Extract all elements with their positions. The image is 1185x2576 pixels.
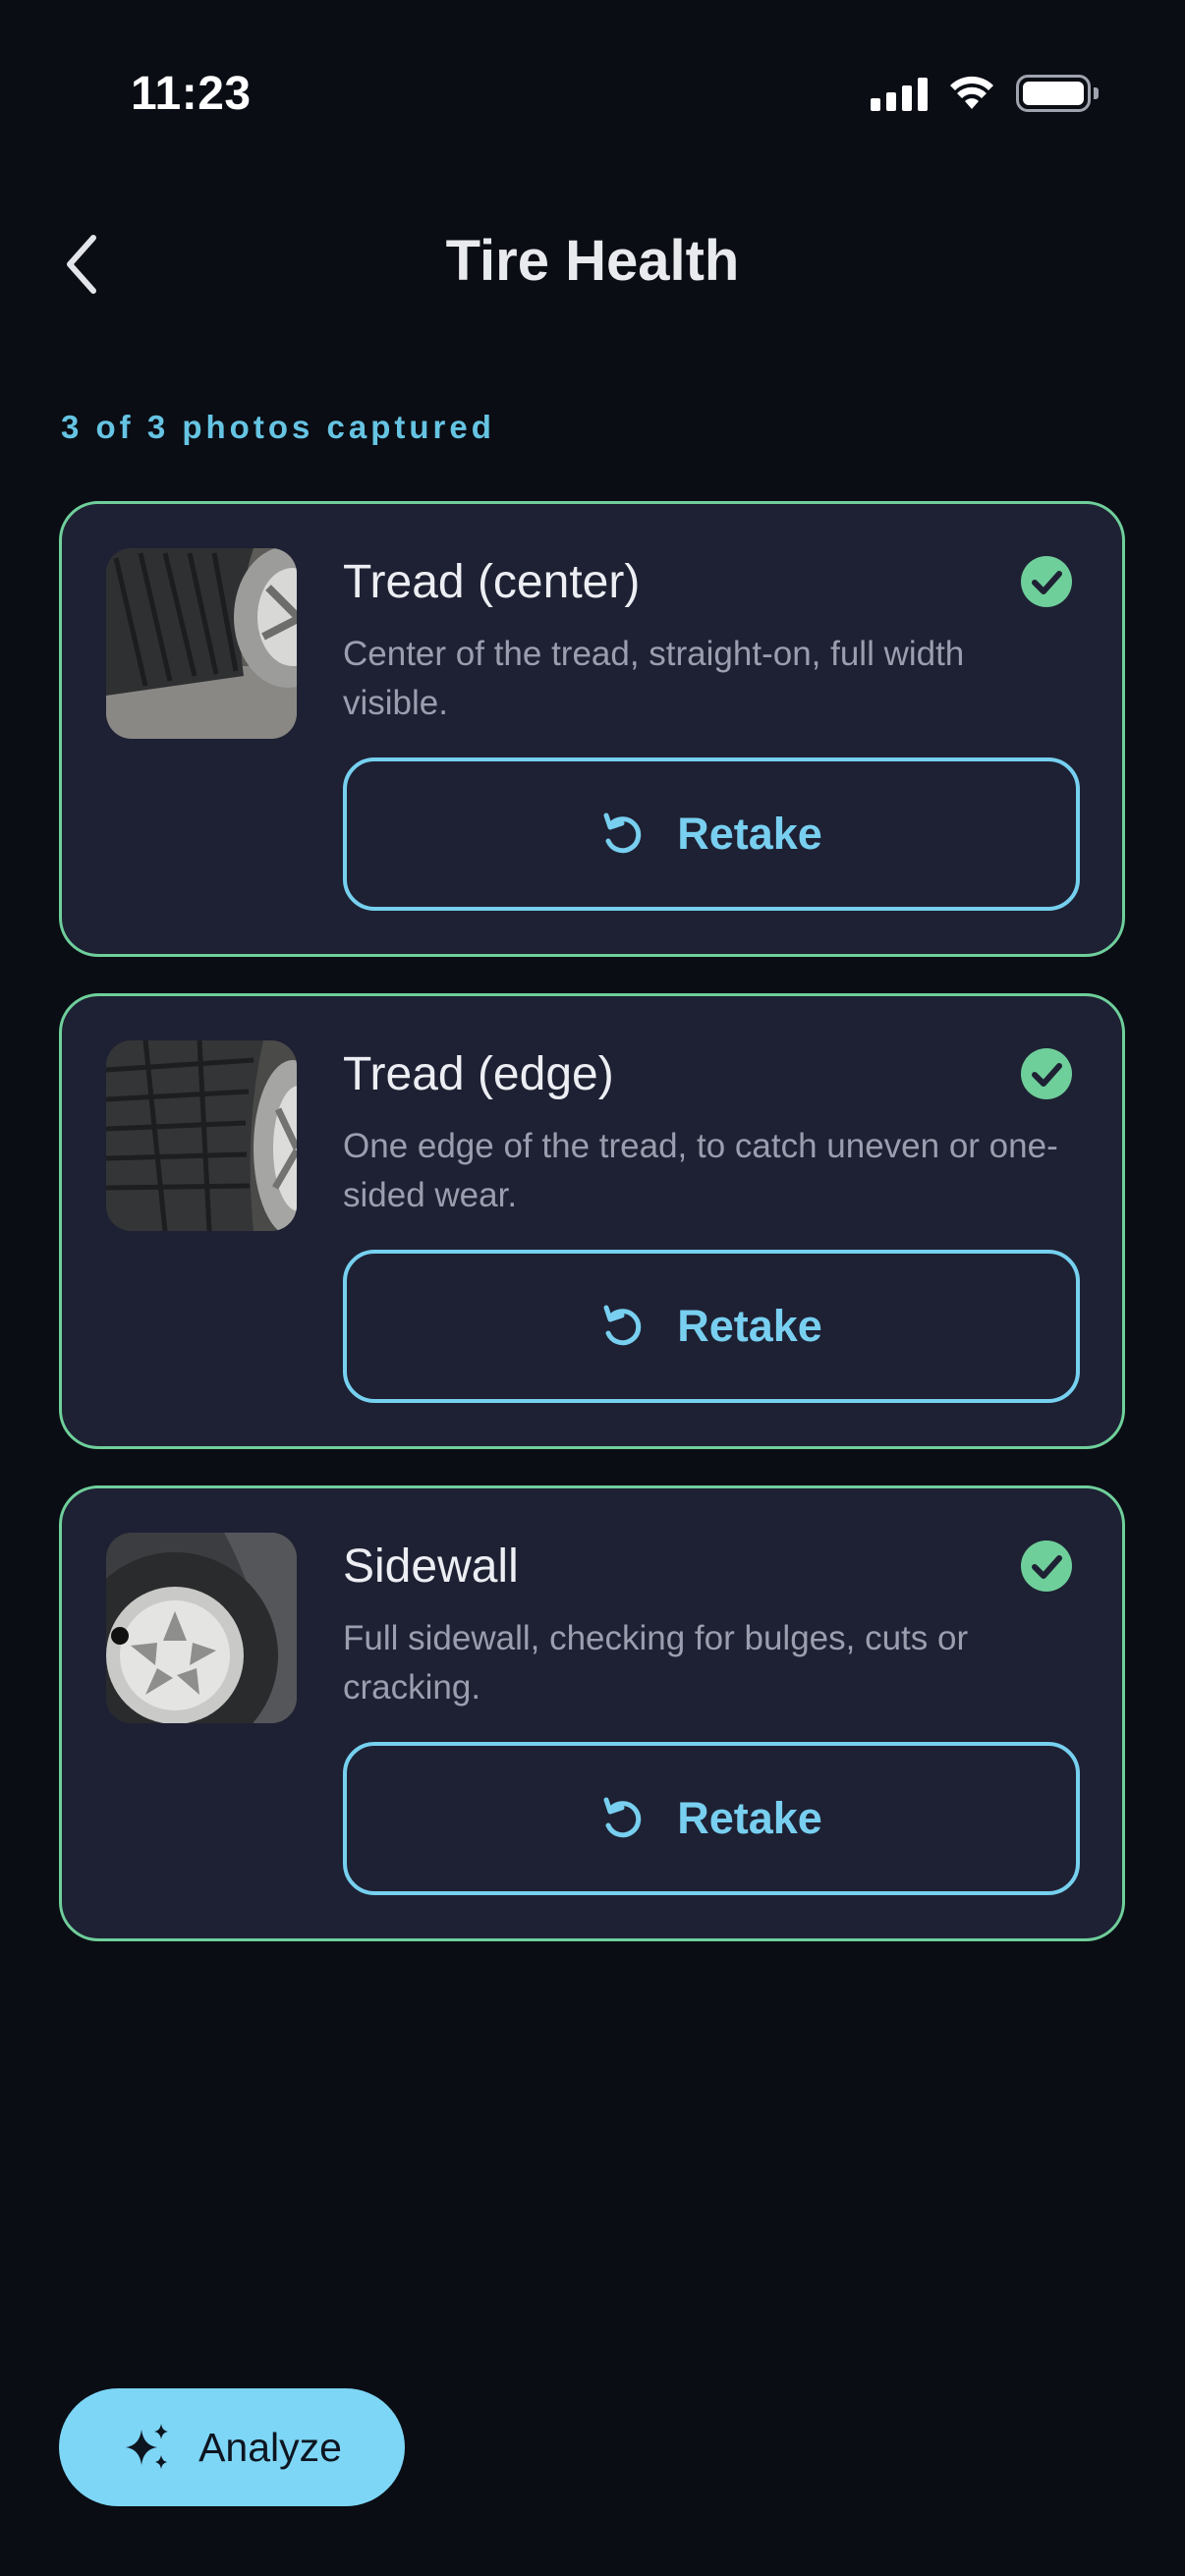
check-circle-icon <box>1021 1540 1072 1592</box>
photo-thumbnail[interactable] <box>106 1040 297 1231</box>
retake-button[interactable]: Retake <box>343 1250 1080 1403</box>
check-circle-icon <box>1021 1048 1072 1099</box>
progress-label: 3 of 3 photos captured <box>61 409 495 445</box>
card-title: Tread (center) <box>343 556 641 608</box>
check-circle-icon <box>1021 556 1072 607</box>
cellular-signal-icon <box>871 76 928 111</box>
wifi-icon <box>950 76 993 109</box>
card-title: Sidewall <box>343 1540 519 1593</box>
card-title: Tread (edge) <box>343 1048 614 1100</box>
retake-icon <box>603 1797 642 1838</box>
retake-label: Retake <box>677 809 822 859</box>
card-description: Full sidewall, checking for bulges, cuts… <box>343 1619 969 1707</box>
retake-icon <box>603 1305 642 1346</box>
battery-icon <box>1016 75 1099 112</box>
retake-button[interactable]: Retake <box>343 757 1080 911</box>
card-description: Center of the tread, straight-on, full w… <box>343 635 965 722</box>
retake-button[interactable]: Retake <box>343 1742 1080 1895</box>
page-title: Tire Health <box>445 229 740 293</box>
card-description: One edge of the tread, to catch uneven o… <box>343 1127 1058 1214</box>
photo-thumbnail[interactable] <box>106 548 297 739</box>
retake-icon <box>603 812 642 854</box>
photo-card-sidewall: Sidewall Full sidewall, checking for bul… <box>59 1485 1125 1941</box>
tire-health-screen: 11:23 Tire Health 3 of 3 photos captured <box>0 0 1185 2576</box>
analyze-button[interactable]: Analyze <box>59 2388 405 2506</box>
photo-thumbnail[interactable] <box>106 1533 297 1723</box>
sparkle-icon <box>126 2424 169 2469</box>
photo-card-tread-center: Tread (center) Center of the tread, stra… <box>59 501 1125 957</box>
photo-card-tread-edge: Tread (edge) One edge of the tread, to c… <box>59 993 1125 1449</box>
retake-label: Retake <box>677 1793 822 1843</box>
retake-label: Retake <box>677 1301 822 1351</box>
analyze-label: Analyze <box>198 2424 342 2470</box>
status-time: 11:23 <box>131 68 252 120</box>
status-icons <box>871 75 1099 112</box>
